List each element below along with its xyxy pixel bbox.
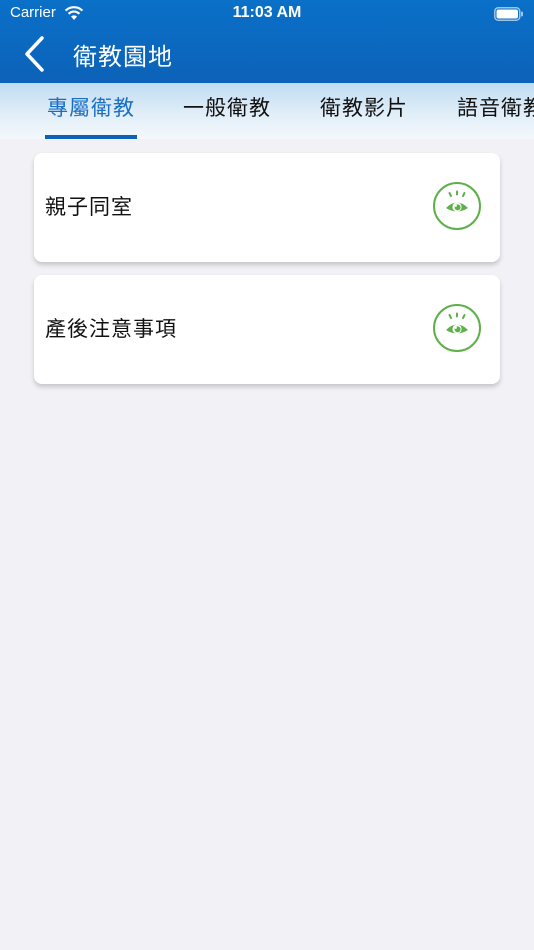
clock: 11:03 AM [232, 4, 302, 21]
list-item-title: 產後注意事項 [45, 317, 177, 341]
tab-exclusive-education[interactable]: 專屬衛教 [47, 83, 135, 139]
navigation-bar: 衛教園地 [0, 28, 534, 83]
active-tab-indicator [45, 135, 137, 139]
list-item[interactable]: 產後注意事項 [34, 275, 500, 384]
view-button[interactable] [433, 304, 481, 352]
battery-icon [494, 6, 524, 21]
list-item-title: 親子同室 [45, 195, 133, 219]
eye-icon [446, 312, 468, 334]
tab-general-education[interactable]: 一般衛教 [183, 83, 271, 139]
status-bar: Carrier 11:03 AM [0, 0, 534, 28]
eye-icon [446, 190, 468, 212]
category-tabs: 專屬衛教 一般衛教 衛教影片 語音衛教 [0, 83, 534, 139]
app-header: Carrier 11:03 AM 衛教園地 [0, 0, 534, 83]
chevron-left-icon [25, 36, 44, 72]
tab-audio-education[interactable]: 語音衛教 [457, 83, 534, 139]
view-button[interactable] [433, 182, 481, 230]
page-title: 衛教園地 [73, 43, 173, 71]
tab-education-videos[interactable]: 衛教影片 [320, 83, 408, 139]
back-button[interactable] [18, 34, 54, 74]
list-item[interactable]: 親子同室 [34, 153, 500, 262]
